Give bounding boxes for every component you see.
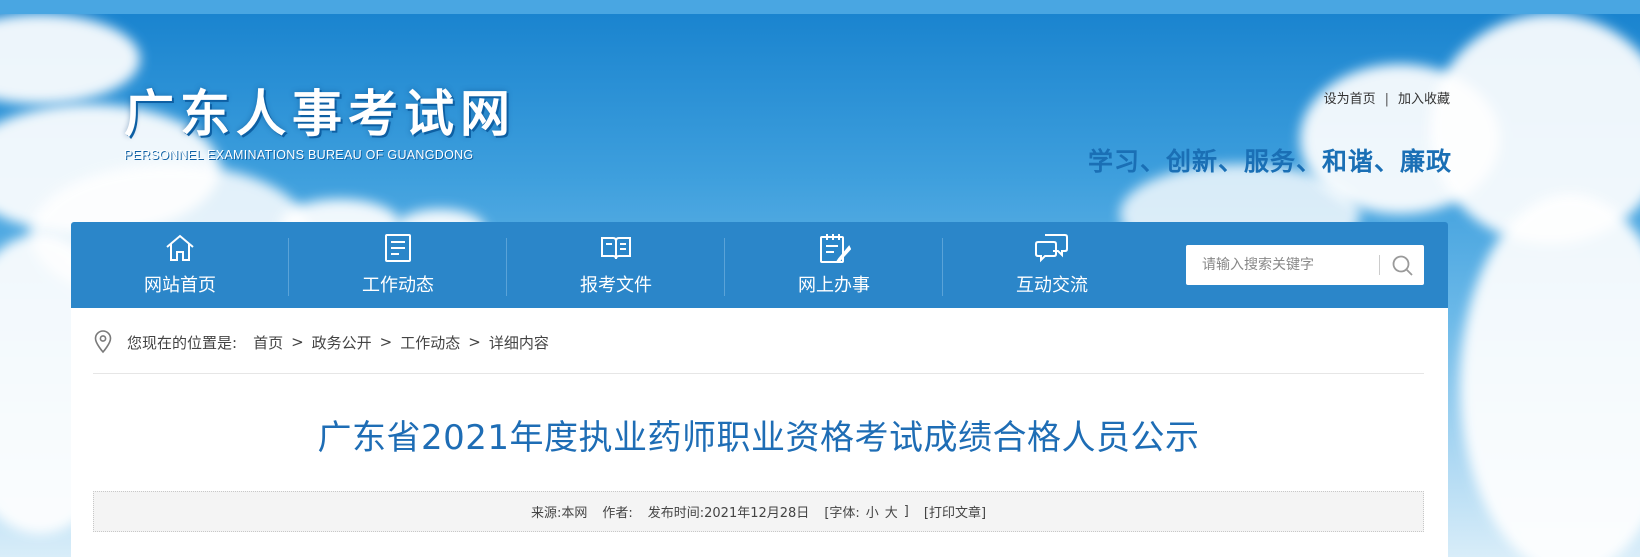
document-list-icon: [385, 234, 411, 262]
search-box: [1186, 245, 1424, 285]
print-article-button[interactable]: [打印文章]: [924, 502, 986, 521]
nav-item-label: 工作动态: [362, 275, 434, 296]
meta-publish-time: 发布时间:2021年12月28日: [647, 506, 810, 521]
meta-font-open: [字体:: [824, 506, 860, 521]
article-title: 广东省2021年度执业药师职业资格考试成绩合格人员公示: [317, 418, 1200, 458]
content-panel: 您现在的位置是: 首页 > 政务公开 > 工作动态 > 详细内容 广东省2021…: [71, 308, 1448, 557]
meta-font-close: ]: [903, 504, 909, 519]
location-pin-icon: [94, 330, 112, 354]
nav-item-label: 网站首页: [144, 275, 216, 296]
search-icon[interactable]: [1390, 253, 1416, 277]
nav-item-label: 报考文件: [580, 275, 652, 296]
slogan: 学习、创新、服务、和谐、廉政: [1087, 147, 1452, 176]
breadcrumb: 您现在的位置是: 首页 > 政务公开 > 工作动态 > 详细内容: [93, 330, 549, 354]
breadcrumb-separator: >: [379, 333, 393, 351]
breadcrumb-home[interactable]: 首页: [253, 332, 283, 353]
meta-source: 来源:本网: [530, 506, 588, 521]
breadcrumb-detail[interactable]: 详细内容: [489, 332, 549, 353]
font-large-button[interactable]: 大: [885, 502, 898, 521]
open-book-icon: [601, 237, 631, 260]
site-logo-title: 广东人事考试网: [124, 85, 516, 143]
breadcrumb-work-news[interactable]: 工作动态: [400, 332, 460, 353]
top-links: 设为首页 | 加入收藏: [1324, 88, 1450, 107]
breadcrumb-government-affairs[interactable]: 政务公开: [312, 332, 372, 353]
breadcrumb-lead: 您现在的位置是:: [127, 333, 238, 352]
breadcrumb-separator: >: [468, 333, 481, 351]
nav-item-work-news[interactable]: 工作动态: [289, 222, 507, 308]
nav-item-exam-documents[interactable]: 报考文件: [507, 222, 725, 308]
font-small-button[interactable]: 小: [866, 502, 879, 521]
site-logo-subtitle: PERSONNEL EXAMINATIONS BUREAU OF GUANGDO…: [124, 148, 474, 162]
nav-item-online-services[interactable]: 网上办事: [725, 222, 943, 308]
home-icon: [166, 234, 194, 261]
set-home-link[interactable]: 设为首页: [1324, 92, 1376, 107]
nav-item-label: 网上办事: [798, 275, 870, 296]
add-favorite-link[interactable]: 加入收藏: [1398, 92, 1450, 107]
chat-bubbles-icon: [1035, 234, 1068, 263]
meta-author: 作者:: [602, 506, 633, 521]
breadcrumb-separator: >: [291, 333, 304, 351]
nav-item-interaction[interactable]: 互动交流: [943, 222, 1161, 308]
top-strip: [0, 0, 1640, 14]
search-divider: [1379, 255, 1380, 275]
clipboard-edit-icon: [820, 234, 851, 263]
top-links-separator: |: [1384, 92, 1389, 107]
divider: [93, 373, 1424, 374]
nav-item-home[interactable]: 网站首页: [71, 222, 289, 308]
search-input[interactable]: [1196, 245, 1388, 285]
article-meta: 来源:本网 作者: 发布时间:2021年12月28日 [字体: 小 大 ] [打…: [93, 491, 1424, 532]
nav-item-label: 互动交流: [1016, 275, 1088, 296]
